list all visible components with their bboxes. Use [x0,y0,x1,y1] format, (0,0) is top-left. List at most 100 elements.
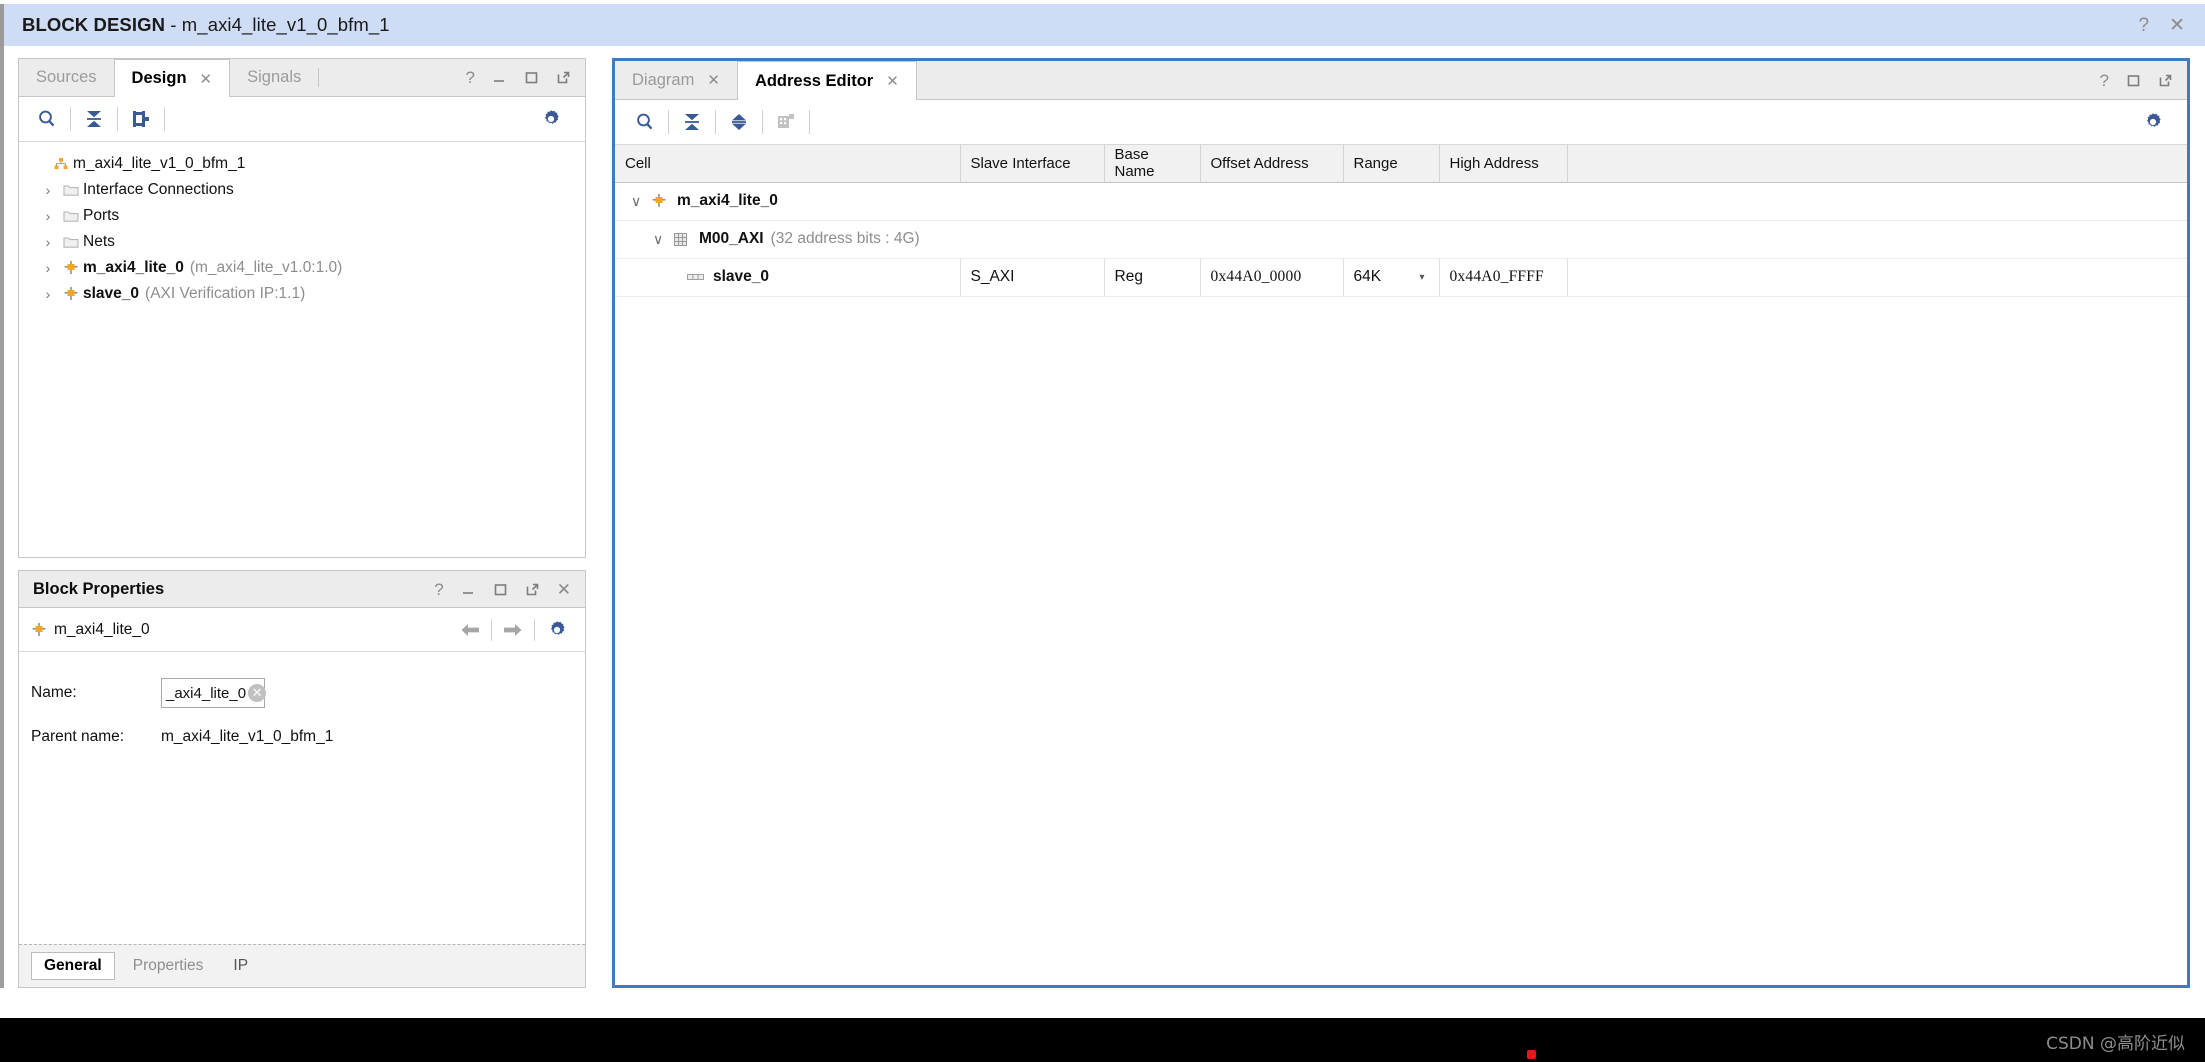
clear-icon[interactable]: ✕ [248,684,267,702]
address-editor-tabstrip: Diagram ✕ Address Editor ✕ ? [615,61,2187,100]
chevron-down-icon[interactable]: ▾ [1419,272,1424,283]
float-icon[interactable] [2158,73,2173,88]
range-value: 64K [1353,268,1382,285]
settings-gear-icon[interactable] [535,620,571,640]
column-header-offset-address[interactable]: Offset Address [1200,145,1344,183]
tab-sources[interactable]: Sources [19,59,114,96]
tab-design[interactable]: Design ✕ [113,59,231,97]
table-row-interface[interactable]: ∨ M00_AXI (32 address bits : 4G) [615,220,2187,259]
tab-address-editor[interactable]: Address Editor ✕ [736,61,917,100]
tree-item-interface-connections[interactable]: › Interface Connections [19,177,585,203]
tab-properties[interactable]: Properties [121,953,216,979]
master-cell[interactable]: ∨ m_axi4_lite_0 [615,182,2187,221]
tab-ip[interactable]: IP [221,953,260,979]
range-cell[interactable]: 64K ▾ [1343,258,1440,297]
design-panel-toolbar-right [533,104,585,134]
block-properties-body: Name: _axi4_lite_0 ✕ Parent name: m_axi4… [19,652,585,746]
tab-address-editor-close-icon[interactable]: ✕ [886,72,899,90]
page-title-sep: - [165,14,182,35]
toolbar-divider [715,110,716,134]
back-arrow-icon[interactable] [449,622,491,638]
column-header-high-address[interactable]: High Address [1439,145,1568,183]
expand-chevron-icon[interactable]: ∨ [631,193,651,210]
tab-general[interactable]: General [31,952,115,980]
maximize-icon[interactable] [2126,73,2141,88]
segment-icon [687,272,713,282]
search-icon[interactable] [627,107,663,137]
table-row-segment[interactable]: slave_0 S_AXI Reg 0x44A0_0000 64K ▾ 0x44… [615,258,2187,297]
interface-cell-note: (32 address bits : 4G) [770,230,920,247]
name-input-value: _axi4_lite_0 [166,684,247,702]
tree-chevron-icon[interactable]: › [37,260,59,276]
folder-icon [59,183,83,197]
tree-chevron-icon[interactable]: › [37,208,59,224]
table-row-master[interactable]: ∨ m_axi4_lite_0 [615,182,2187,221]
settings-gear-icon[interactable] [2135,107,2171,137]
tab-diagram[interactable]: Diagram ✕ [615,61,737,99]
maximize-icon[interactable] [493,582,508,597]
tree-item-block-design-root[interactable]: m_axi4_lite_v1_0_bfm_1 [19,151,585,177]
collapse-all-icon[interactable] [674,107,710,137]
design-panel-tabstrip: Sources Design ✕ Signals ? [19,59,585,97]
titlebar-controls: ? ✕ [2139,16,2205,35]
tree-item-slave-0[interactable]: › slave_0 (AXI Verification IP:1.1) [19,281,585,307]
block-properties-tabstrip: General Properties IP [19,944,585,987]
toolbar-divider [809,110,810,134]
block-properties-header-controls: ? ✕ [434,581,585,598]
minimize-icon[interactable] [492,70,507,85]
maximize-icon[interactable] [524,70,539,85]
expand-chevron-icon[interactable]: ∨ [653,231,673,248]
toolbar-divider [70,107,71,131]
help-icon[interactable]: ? [466,69,475,86]
column-header-slave-interface[interactable]: Slave Interface [960,145,1105,183]
forward-arrow-icon[interactable] [492,622,534,638]
block-properties-title: Block Properties [33,579,165,598]
tree-item-m-axi4-lite-0[interactable]: › m_axi4_lite_0 (m_axi4_lite_v1.0:1.0) [19,255,585,281]
column-header-cell[interactable]: Cell [615,145,961,183]
address-space-icon [673,232,699,247]
toolbar-divider [117,107,118,131]
offset-address-value[interactable]: 0x44A0_0000 [1200,258,1344,297]
settings-gear-icon[interactable] [533,104,569,134]
float-icon[interactable] [556,70,571,85]
tree-chevron-icon[interactable]: › [37,182,59,198]
toolbar-divider [762,110,763,134]
bottom-bar: CSDN @高阶近似 [0,1018,2205,1062]
close-icon[interactable]: ✕ [557,581,571,598]
close-icon[interactable]: ✕ [2169,16,2185,35]
ip-block-icon [59,286,83,302]
minimize-icon[interactable] [461,582,476,597]
name-input[interactable]: _axi4_lite_0 ✕ [161,678,267,708]
help-icon[interactable]: ? [2139,16,2150,35]
tree-item-ports[interactable]: › Ports [19,203,585,229]
tab-diagram-label: Diagram [632,70,695,89]
tab-design-close-icon[interactable]: ✕ [200,70,213,88]
master-cell-label: m_axi4_lite_0 [677,192,778,209]
hierarchy-icon[interactable] [123,104,159,134]
interface-cell[interactable]: ∨ M00_AXI (32 address bits : 4G) [615,220,2187,259]
search-icon[interactable] [29,104,65,134]
help-icon[interactable]: ? [2100,72,2109,89]
tab-diagram-close-icon[interactable]: ✕ [707,71,720,89]
design-panel: Sources Design ✕ Signals ? m_axi4_lite_v… [18,58,586,558]
address-editor-header-controls: ? [2100,61,2187,99]
slave-interface-value[interactable]: S_AXI [960,258,1105,297]
tree-item-label: slave_0 [83,285,140,302]
help-icon[interactable]: ? [434,581,443,598]
interface-cell-label: M00_AXI [699,230,764,247]
tree-item-nets[interactable]: › Nets [19,229,585,255]
tree-item-vlnv: (AXI Verification IP:1.1) [145,285,306,302]
tree-chevron-icon[interactable]: › [37,286,59,302]
column-header-base-name[interactable]: Base Name [1104,145,1201,183]
window-left-rail [0,4,4,1018]
float-icon[interactable] [525,582,540,597]
column-header-range[interactable]: Range [1343,145,1440,183]
segment-cell[interactable]: slave_0 [615,258,961,297]
address-editor-toolbar [615,100,2187,145]
tab-signals[interactable]: Signals [230,59,318,96]
tree-chevron-icon[interactable]: › [37,234,59,250]
base-name-value[interactable]: Reg [1104,258,1201,297]
left-column: Sources Design ✕ Signals ? m_axi4_lite_v… [18,58,586,988]
expand-all-icon[interactable] [721,107,757,137]
collapse-all-icon[interactable] [76,104,112,134]
